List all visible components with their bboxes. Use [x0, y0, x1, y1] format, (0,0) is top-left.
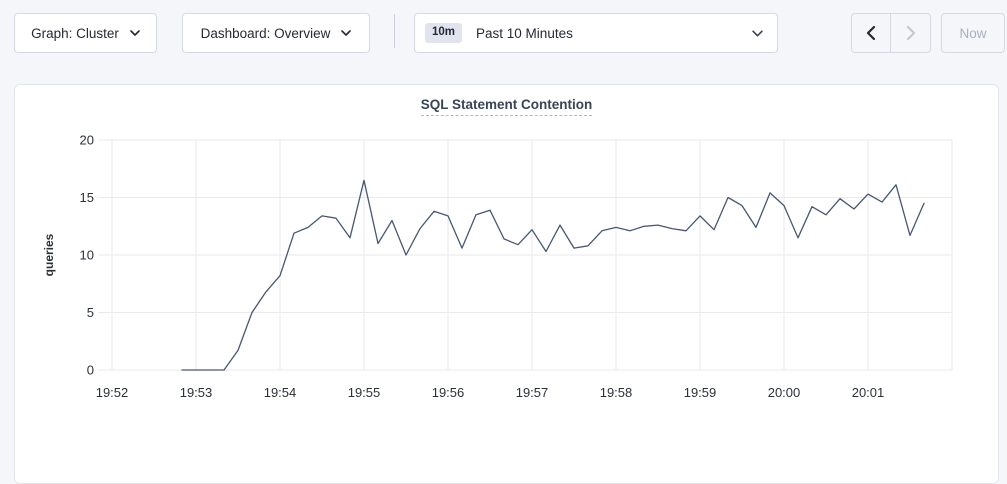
y-axis-label: queries — [42, 233, 56, 276]
time-range-pager — [851, 13, 931, 53]
x-tick-label: 19:54 — [264, 385, 297, 400]
x-tick-label: 19:59 — [684, 385, 717, 400]
graph-dropdown-button[interactable]: Graph: Cluster — [14, 13, 157, 53]
chevron-left-icon — [866, 25, 876, 41]
time-range-badge: 10m — [425, 23, 462, 43]
now-button-label: Now — [959, 26, 986, 41]
x-tick-label: 20:00 — [768, 385, 801, 400]
x-tick-label: 20:01 — [852, 385, 885, 400]
chevron-down-icon — [752, 30, 763, 37]
series-line-queries — [182, 180, 924, 370]
x-tick-label: 19:58 — [600, 385, 633, 400]
y-tick-label: 15 — [80, 190, 94, 205]
x-tick-label: 19:52 — [96, 385, 129, 400]
chevron-right-icon — [906, 25, 916, 41]
dashboard-dropdown-button[interactable]: Dashboard: Overview — [182, 13, 370, 53]
x-tick-label: 19:56 — [432, 385, 465, 400]
y-tick-label: 20 — [80, 133, 94, 148]
dashboard-dropdown-label: Dashboard: Overview — [201, 26, 331, 41]
chart-gridlines — [98, 140, 952, 370]
time-range-dropdown[interactable]: 10m Past 10 Minutes — [414, 13, 778, 53]
time-range-label: Past 10 Minutes — [476, 26, 573, 41]
x-tick-label: 19:55 — [348, 385, 381, 400]
prev-time-button[interactable] — [852, 14, 891, 52]
chevron-down-icon — [341, 30, 351, 36]
chart-title[interactable]: SQL Statement Contention — [421, 97, 593, 116]
chart-title-row: SQL Statement Contention — [15, 96, 998, 116]
y-tick-label: 5 — [87, 305, 94, 320]
graph-dropdown-label: Graph: Cluster — [31, 26, 119, 41]
now-button[interactable]: Now — [941, 13, 1005, 53]
toolbar-divider — [394, 14, 395, 48]
chevron-down-icon — [130, 30, 140, 36]
chart-axis-labels: 0 5 10 15 20 19:52 19:53 19:54 19:55 19:56 19:57 19… — [42, 133, 884, 401]
x-tick-label: 19:53 — [180, 385, 213, 400]
sql-statement-contention-chart[interactable]: 0 5 10 15 20 19:52 19:53 19:54 19:55 19:56 19:57 19… — [15, 131, 999, 431]
y-tick-label: 0 — [87, 363, 94, 378]
x-tick-label: 19:57 — [516, 385, 549, 400]
chart-card: SQL Statement Contention 0 5 10 15 20 19:52 19… — [14, 84, 999, 484]
next-time-button[interactable] — [891, 14, 930, 52]
y-tick-label: 10 — [80, 248, 94, 263]
